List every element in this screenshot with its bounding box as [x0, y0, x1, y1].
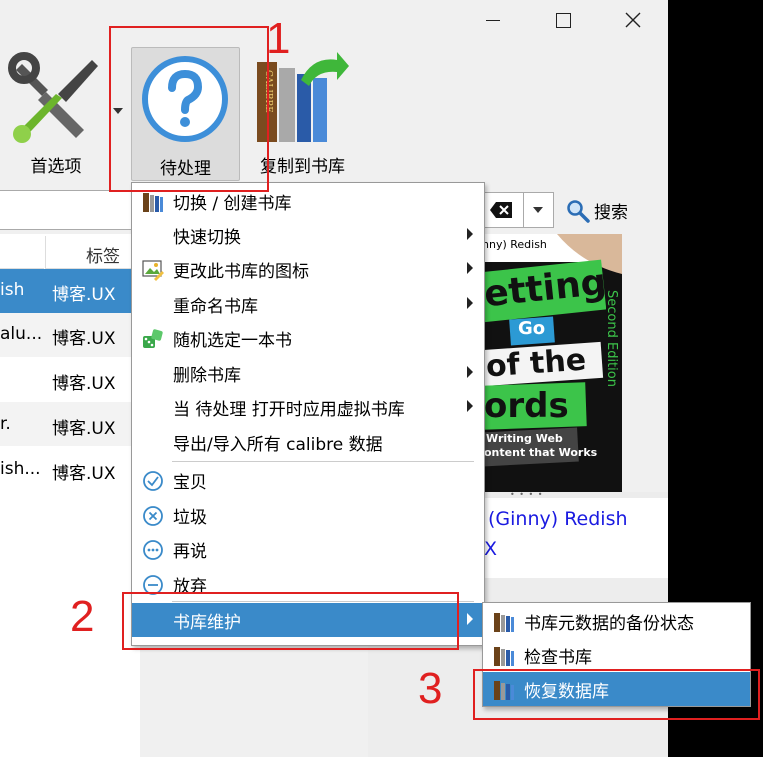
library-books-icon [143, 193, 163, 212]
author-link[interactable]: (Ginny) Redish [488, 508, 628, 530]
tools-icon [8, 52, 98, 143]
tag-link[interactable]: X [484, 538, 497, 560]
cover-title-line4: ords [484, 386, 569, 426]
submenu-arrow-icon [467, 366, 473, 378]
menu-item-label: 宝贝 [173, 473, 207, 493]
image-edit-icon [142, 260, 164, 281]
divider [523, 193, 524, 227]
tag-cell: 博客.UX [52, 285, 116, 305]
callout-number-1: 1 [266, 14, 291, 63]
chevron-down-icon[interactable] [533, 207, 543, 213]
submenu-item-metadata-backup-status[interactable]: 书库元数据的备份状态 [483, 604, 750, 638]
grip-dots-icon: • • • • [510, 490, 544, 499]
callout-number-3: 3 [418, 664, 443, 713]
menu-item-label: 切换 / 创建书库 [173, 194, 292, 214]
menu-item-label: 当 待处理 打开时应用虚拟书库 [173, 400, 405, 420]
library-books-icon [494, 647, 514, 666]
menu-item-apply-virtual-library[interactable]: 当 待处理 打开时应用虚拟书库 [132, 390, 484, 424]
cover-title-line2: Go [518, 318, 546, 339]
submenu-item-label: 书库元数据的备份状态 [524, 614, 694, 634]
table-row[interactable]: ish 博客.UX [0, 269, 140, 313]
submenu-arrow-icon [467, 400, 473, 412]
menu-item-label: 快速切换 [173, 228, 241, 248]
menu-item-delete-library[interactable]: 删除书库 [132, 356, 484, 390]
title-cell: r. [0, 414, 11, 434]
dice-icon [143, 329, 163, 348]
search-input[interactable] [0, 190, 136, 230]
menu-item-label: 删除书库 [173, 366, 241, 386]
check-circle-icon [143, 471, 163, 491]
tags-header-label: 标签 [86, 247, 120, 267]
column-header-tags[interactable]: 标签 [45, 236, 141, 269]
dots-circle-icon [143, 540, 163, 560]
menu-item-label: 随机选定一本书 [173, 331, 292, 351]
menu-item-label: 再说 [173, 542, 207, 562]
tag-cell: 博客.UX [52, 464, 116, 484]
book-cover[interactable]: nny) Redish etting Go of the ords Writin… [482, 234, 622, 492]
menu-item-quick-switch[interactable]: 快速切换 [132, 218, 484, 252]
close-icon [625, 12, 641, 28]
menu-item-label: 垃圾 [173, 508, 207, 528]
search-label: 搜索 [594, 203, 628, 223]
cover-edition: Second Edition [604, 290, 619, 387]
menu-item-library-laji[interactable]: 垃圾 [132, 498, 484, 532]
library-menu: 切换 / 创建书库 快速切换 更改此书库的图标 重命名书库 随机选定一本书 删除… [131, 182, 485, 646]
cover-subtitle-2: ontent that Works [484, 446, 598, 459]
magnifier-icon [567, 200, 590, 223]
table-row[interactable]: 博客.UX [0, 357, 140, 401]
title-cell: ish... [0, 459, 41, 479]
table-row[interactable]: ish... 博客.UX [0, 447, 140, 491]
library-books-icon [494, 613, 514, 632]
menu-separator [172, 461, 474, 462]
table-row[interactable]: alu... 博客.UX [0, 313, 140, 357]
maximize-icon [555, 12, 571, 28]
table-row[interactable]: r. 博客.UX [0, 402, 140, 446]
menu-item-library-zaishuo[interactable]: 再说 [132, 532, 484, 566]
submenu-arrow-icon [467, 297, 473, 309]
menu-item-label: 导出/导入所有 calibre 数据 [173, 435, 383, 455]
clear-search-icon[interactable] [489, 201, 513, 219]
x-circle-icon [143, 506, 163, 526]
submenu-item-label: 检查书库 [524, 648, 592, 668]
menu-item-export-import[interactable]: 导出/导入所有 calibre 数据 [132, 425, 484, 459]
submenu-arrow-icon [467, 228, 473, 240]
submenu-arrow-icon [467, 262, 473, 274]
menu-item-rename-library[interactable]: 重命名书库 [132, 287, 484, 321]
cover-author: nny) Redish [482, 238, 547, 251]
submenu-item-check-library[interactable]: 检查书库 [483, 638, 750, 672]
menu-item-label: 重命名书库 [173, 297, 258, 317]
menu-item-label: 更改此书库的图标 [173, 262, 309, 282]
main-toolbar: 首选项 待处理 CALIBRE 复制到书库 [0, 44, 668, 184]
title-bar [0, 0, 668, 44]
preferences-label: 首选项 [30, 157, 82, 177]
minimize-icon [486, 19, 500, 21]
preferences-button[interactable]: 首选项 [0, 44, 112, 184]
tag-cell: 博客.UX [52, 419, 116, 439]
callout-number-2: 2 [70, 592, 95, 641]
close-button[interactable] [610, 0, 656, 40]
cover-subtitle-1: Writing Web [486, 432, 563, 445]
book-details-panel: (Ginny) Redish X [482, 498, 668, 578]
tag-cell: 博客.UX [52, 329, 116, 349]
maximize-button[interactable] [540, 0, 586, 40]
title-cell: ish [0, 280, 25, 300]
menu-item-change-library-icon[interactable]: 更改此书库的图标 [132, 252, 484, 286]
highlight-box-2 [122, 592, 459, 650]
minimize-button[interactable] [470, 0, 516, 40]
highlight-box-1 [109, 26, 269, 192]
highlight-box-3 [473, 669, 760, 720]
menu-item-random-book[interactable]: 随机选定一本书 [132, 321, 484, 355]
cover-title-line3: of the [484, 342, 588, 385]
title-cell: alu... [0, 324, 43, 344]
menu-item-library-baobei[interactable]: 宝贝 [132, 463, 484, 497]
tag-cell: 博客.UX [52, 374, 116, 394]
submenu-arrow-icon [467, 613, 473, 625]
search-history-box[interactable] [482, 192, 554, 228]
column-header-title[interactable] [0, 236, 44, 269]
